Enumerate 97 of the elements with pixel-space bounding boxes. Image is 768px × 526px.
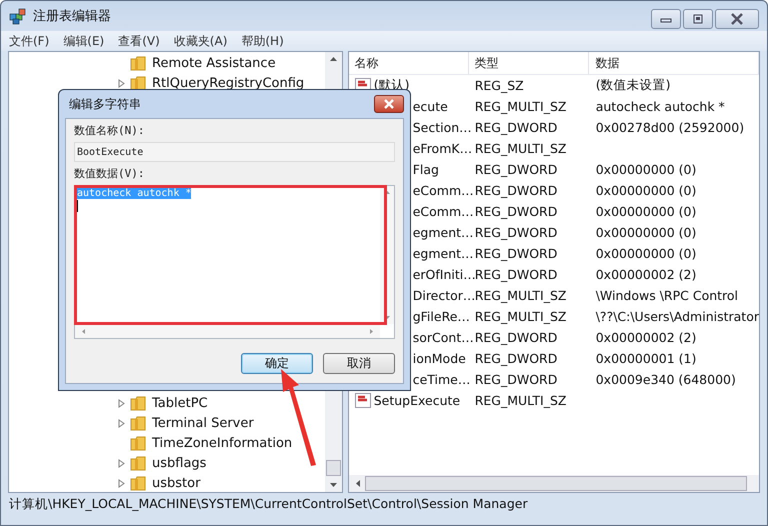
column-header[interactable]: 数据 bbox=[588, 52, 759, 74]
folder-icon bbox=[130, 396, 146, 410]
scroll-thumb[interactable] bbox=[364, 476, 747, 491]
expand-arrow-icon[interactable] bbox=[118, 458, 125, 468]
value-name[interactable]: Section… bbox=[412, 120, 472, 135]
status-bar-path: 计算机\HKEY_LOCAL_MACHINE\SYSTEM\CurrentControlSet\Control\Session Manager bbox=[9, 496, 528, 512]
value-name[interactable]: Flag bbox=[412, 162, 439, 177]
value-data: 0x00000000 (0) bbox=[596, 225, 696, 240]
value-type: REG_MULTI_SZ bbox=[474, 288, 566, 303]
value-data: 0x00000000 (0) bbox=[596, 162, 696, 177]
menu-item[interactable]: 收藏夹(A) bbox=[174, 32, 228, 50]
expand-arrow-icon[interactable] bbox=[118, 78, 125, 88]
ok-button[interactable]: 确定 bbox=[241, 353, 313, 374]
value-data: \Windows \RPC Control bbox=[596, 288, 738, 303]
value-data: (数值未设置) bbox=[596, 77, 670, 92]
folder-icon bbox=[130, 56, 146, 70]
value-type: REG_DWORD bbox=[474, 225, 558, 240]
folder-icon bbox=[130, 416, 146, 430]
scroll-up-icon[interactable] bbox=[328, 56, 338, 62]
column-header[interactable]: 类型 bbox=[468, 52, 589, 74]
scrollbar[interactable] bbox=[348, 475, 759, 492]
value-data: 0x00000001 (1) bbox=[596, 351, 696, 366]
value-name[interactable]: egment… bbox=[412, 246, 474, 261]
value-data: \??\C:\Users\Administrator bbox=[596, 309, 759, 324]
value-data: 0x00000002 (2) bbox=[596, 267, 696, 282]
value-name[interactable]: SetupExecute bbox=[374, 393, 460, 408]
value-data: 0x0009e340 (648000) bbox=[596, 372, 736, 387]
column-header[interactable]: 名称 bbox=[348, 52, 469, 74]
tree-item[interactable]: Remote Assistance bbox=[152, 56, 276, 70]
close-icon bbox=[382, 99, 396, 109]
field-label: 数值数据(V): bbox=[74, 166, 146, 181]
value-data: 0x00000002 (2) bbox=[596, 330, 696, 345]
tree-item[interactable]: TimeZoneInformation bbox=[152, 436, 292, 450]
value-data: 0x00000000 (0) bbox=[596, 183, 696, 198]
folder-icon bbox=[130, 456, 146, 470]
maximize-button[interactable] bbox=[683, 9, 713, 29]
value-type: REG_DWORD bbox=[474, 120, 558, 135]
menu-item[interactable]: 帮助(H) bbox=[241, 32, 284, 50]
selected-text: autocheck autochk * bbox=[77, 188, 192, 199]
expand-arrow-icon[interactable] bbox=[118, 418, 125, 428]
close-button[interactable] bbox=[374, 95, 404, 113]
value-name[interactable]: erOfIniti… bbox=[412, 267, 476, 282]
value-data: 0x00000000 (0) bbox=[596, 204, 696, 219]
value-name[interactable]: ionMode bbox=[412, 351, 466, 366]
maximize-icon bbox=[691, 14, 705, 24]
value-type: REG_DWORD bbox=[474, 330, 558, 345]
value-type: REG_MULTI_SZ bbox=[474, 99, 566, 114]
value-type: REG_MULTI_SZ bbox=[474, 141, 566, 156]
value-name[interactable]: eComm… bbox=[412, 183, 474, 198]
tree-item[interactable]: usbflags bbox=[152, 456, 206, 470]
menu-item[interactable]: 文件(F) bbox=[9, 32, 50, 50]
close-button[interactable] bbox=[715, 9, 759, 29]
cancel-button[interactable]: 取消 bbox=[323, 353, 395, 374]
value-name[interactable]: eComm… bbox=[412, 204, 474, 219]
minimize-button[interactable] bbox=[651, 9, 681, 29]
expand-arrow-icon[interactable] bbox=[118, 478, 125, 488]
value-name-field[interactable]: BootExecute bbox=[74, 142, 395, 162]
value-name[interactable]: ceTime… bbox=[412, 372, 470, 387]
scroll-left-icon[interactable] bbox=[354, 479, 361, 488]
folder-icon bbox=[130, 436, 146, 450]
value-name[interactable]: gFileRe… bbox=[412, 309, 470, 324]
tree-item[interactable]: RtlQueryRegistryConfig bbox=[152, 76, 304, 90]
scroll-down-icon[interactable] bbox=[328, 482, 338, 488]
value-type: REG_DWORD bbox=[474, 351, 558, 366]
value-type: REG_MULTI_SZ bbox=[474, 393, 566, 408]
value-type: REG_DWORD bbox=[474, 372, 558, 387]
value-name[interactable]: ecute bbox=[412, 99, 448, 114]
value-name[interactable]: eFromK… bbox=[412, 141, 472, 156]
expand-arrow-icon[interactable] bbox=[118, 398, 125, 408]
value-type: REG_DWORD bbox=[474, 162, 558, 177]
dialog-title: 编辑多字符串 bbox=[69, 96, 141, 112]
folder-icon bbox=[130, 76, 146, 90]
close-icon bbox=[729, 13, 745, 25]
menu-item[interactable]: 查看(V) bbox=[118, 32, 160, 50]
value-data: 0x00278d00 (2592000) bbox=[596, 120, 744, 135]
value-data: autocheck autochk * bbox=[596, 99, 725, 114]
value-name[interactable]: egment… bbox=[412, 225, 474, 240]
menu-item[interactable]: 编辑(E) bbox=[63, 32, 104, 50]
value-type: REG_DWORD bbox=[474, 183, 558, 198]
scroll-right-icon[interactable] bbox=[369, 328, 374, 334]
scroll-thumb[interactable] bbox=[326, 460, 341, 476]
tree-item[interactable]: Terminal Server bbox=[152, 416, 254, 430]
value-type: REG_MULTI_SZ bbox=[474, 309, 566, 324]
value-data: 0x00000000 (0) bbox=[596, 246, 696, 261]
folder-icon bbox=[130, 476, 146, 490]
value-type: REG_SZ bbox=[474, 78, 524, 93]
field-label: 数值名称(N): bbox=[74, 123, 146, 138]
tree-item[interactable]: TabletPC bbox=[152, 396, 208, 410]
value-type: REG_DWORD bbox=[474, 246, 558, 261]
value-type: REG_DWORD bbox=[474, 204, 558, 219]
registry-cubes-icon bbox=[9, 7, 27, 25]
value-name[interactable]: sorCont… bbox=[412, 330, 474, 345]
tree-item[interactable]: usbstor bbox=[152, 476, 200, 490]
value-name[interactable]: Director… bbox=[412, 288, 476, 303]
string-value-icon bbox=[354, 393, 371, 408]
value-type: REG_DWORD bbox=[474, 267, 558, 282]
window-title: 注册表编辑器 bbox=[33, 8, 111, 25]
